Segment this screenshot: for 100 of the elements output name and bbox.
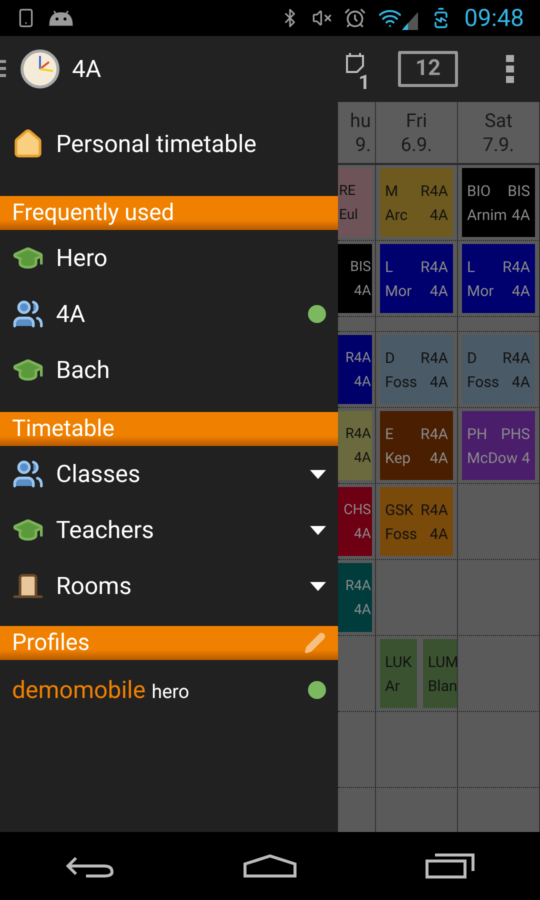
- class-label: 4A: [430, 372, 448, 390]
- section-title: Profiles: [12, 628, 91, 658]
- class-label: 4A: [430, 282, 448, 300]
- subject-label: LUM: [428, 652, 457, 670]
- room-label: PHS: [500, 424, 530, 442]
- teacher-label: Blan: [428, 676, 457, 694]
- teacher-label: Mor: [385, 282, 412, 300]
- lesson-card[interactable]: RE Eul: [338, 168, 372, 237]
- drawer-item[interactable]: Personal timetable: [0, 102, 338, 186]
- room-label: R4A: [420, 258, 448, 276]
- class-label: 4: [522, 448, 530, 466]
- screen-title: 4A: [72, 54, 102, 85]
- back-arrow-icon: [66, 854, 114, 878]
- lesson-card[interactable]: D R4A Foss 4A: [462, 335, 535, 404]
- room-label: BIS: [350, 258, 371, 276]
- class-label: 4A: [430, 206, 448, 224]
- notes-count: 1: [358, 72, 370, 92]
- day-name: hu: [350, 108, 371, 132]
- dropdown-arrow-icon: [310, 470, 326, 478]
- drawer-item[interactable]: Hero: [0, 230, 338, 286]
- drawer-item[interactable]: Rooms: [0, 558, 338, 614]
- room-label: R4A: [502, 258, 530, 276]
- section-title: Frequently used: [12, 198, 176, 228]
- drawer-item[interactable]: Bach: [0, 342, 338, 398]
- clock-time: 09:48: [464, 3, 524, 34]
- profile-name: demomobile: [12, 675, 146, 706]
- teacher-label: McDow: [467, 448, 518, 466]
- class-label: 4A: [512, 282, 530, 300]
- subject-label: RE: [339, 182, 356, 200]
- drawer-item[interactable]: Classes: [0, 446, 338, 502]
- lesson-card[interactable]: CHS 4A: [338, 487, 372, 556]
- class-label: 4A: [354, 372, 371, 390]
- alarm-icon: [344, 7, 366, 29]
- teacher-label: Arc: [385, 206, 408, 224]
- subject-label: PH: [467, 424, 488, 442]
- profile-user: hero: [152, 679, 190, 705]
- class-label: 4A: [354, 282, 371, 300]
- calendar-button[interactable]: 12: [398, 51, 458, 87]
- people-icon: [12, 458, 44, 490]
- lesson-card[interactable]: M R4A Arc 4A: [380, 168, 453, 237]
- teacher-label: Kep: [385, 448, 411, 466]
- subject-label: GSK: [385, 500, 414, 518]
- room-label: R4A: [345, 424, 371, 442]
- lesson-card[interactable]: L R4A Mor 4A: [380, 244, 453, 313]
- subject-label: L: [467, 258, 476, 276]
- room-label: R4A: [345, 348, 371, 366]
- item-label: Bach: [56, 355, 111, 386]
- subject-label: E: [385, 424, 394, 442]
- lesson-card[interactable]: BIS 4A: [338, 244, 372, 313]
- item-label: Hero: [56, 243, 108, 274]
- teacher-label: Foss: [467, 372, 500, 390]
- subject-label: BIO: [467, 182, 491, 200]
- lesson-card[interactable]: R4A 4A: [338, 411, 372, 480]
- dropdown-arrow-icon: [310, 526, 326, 534]
- class-label: 4A: [354, 448, 371, 466]
- lesson-card[interactable]: GSK R4A Foss 4A: [380, 487, 453, 556]
- day-name: Sat: [484, 108, 512, 132]
- room-label: R4A: [345, 576, 371, 594]
- lesson-card[interactable]: E R4A Kep 4A: [380, 411, 453, 480]
- subject-label: M: [385, 182, 398, 200]
- lesson-card[interactable]: PH PHS McDow 4: [462, 411, 536, 480]
- teacher-label: Foss: [385, 372, 418, 390]
- lesson-card[interactable]: L R4A Mor 4A: [462, 244, 535, 313]
- class-label: 4A: [354, 600, 371, 618]
- muted-icon: [312, 8, 332, 28]
- recent-apps-icon: [425, 853, 475, 879]
- item-label: 4A: [56, 299, 86, 330]
- more-icon: [506, 55, 514, 83]
- day-name: Fri: [406, 108, 428, 132]
- section-title: Timetable: [12, 414, 116, 444]
- class-label: 4A: [354, 524, 371, 542]
- signal-icon: [402, 12, 418, 30]
- room-label: R4A: [502, 348, 530, 366]
- class-label: 4A: [512, 206, 530, 224]
- notes-button[interactable]: 1: [330, 36, 380, 102]
- house-icon: [12, 128, 44, 160]
- room-label: R4A: [420, 348, 448, 366]
- day-date: 7.9.: [482, 132, 514, 156]
- item-label: Rooms: [56, 571, 133, 602]
- item-label: Teachers: [56, 515, 155, 546]
- note-icon: [345, 52, 365, 74]
- home-icon: [243, 854, 297, 878]
- class-label: 4A: [430, 448, 448, 466]
- room-label: CHS: [344, 500, 371, 518]
- day-date: 9.: [355, 132, 371, 156]
- lesson-card[interactable]: R4A 4A: [338, 563, 372, 632]
- subject-label: D: [467, 348, 477, 366]
- clock-icon: [20, 49, 60, 89]
- teacher-label: Foss: [385, 524, 418, 542]
- room-label: R4A: [420, 500, 448, 518]
- app-home-button[interactable]: 4A: [0, 36, 110, 102]
- room-label: R4A: [420, 424, 448, 442]
- lesson-card[interactable]: R4A 4A: [338, 335, 372, 404]
- lesson-card[interactable]: BIO BIS Arnim 4A: [462, 168, 535, 237]
- drawer-item[interactable]: demomobile hero: [0, 660, 338, 720]
- subject-label: D: [385, 348, 395, 366]
- lesson-card[interactable]: D R4A Foss 4A: [380, 335, 453, 404]
- teacher-label: Eul: [339, 206, 358, 224]
- drawer-item[interactable]: Teachers: [0, 502, 338, 558]
- drawer-item[interactable]: 4A: [0, 286, 338, 342]
